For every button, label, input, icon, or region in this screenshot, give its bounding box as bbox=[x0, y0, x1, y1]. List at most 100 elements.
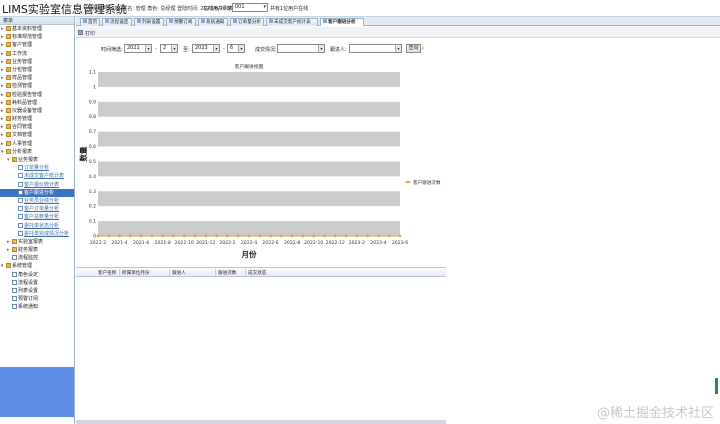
sidebar-item[interactable]: 预警订阅 bbox=[0, 295, 74, 303]
chevron-down-icon: ▾ bbox=[318, 45, 324, 52]
tab[interactable]: 系统通知 bbox=[198, 18, 228, 26]
sidebar-item[interactable]: 委托单完成情况分析 bbox=[0, 230, 74, 238]
y-tick-label: 0.5 bbox=[89, 159, 96, 165]
start-year-select[interactable]: 2021 ▾ bbox=[124, 44, 152, 53]
sidebar-item[interactable]: 未成交客户统计表 bbox=[0, 172, 74, 180]
sidebar-item[interactable]: ▸ 标准规范管理 bbox=[0, 33, 74, 41]
table-body bbox=[76, 277, 446, 422]
column-header[interactable]: 客户名称 bbox=[98, 270, 116, 276]
column-header[interactable]: 跟进人 bbox=[172, 270, 186, 276]
folder-icon bbox=[6, 148, 11, 154]
sidebar-item[interactable]: ▸ 检测管理 bbox=[0, 82, 74, 90]
sidebar-item[interactable]: 流程监控 bbox=[0, 254, 74, 262]
column-header[interactable]: 所属单位月份 bbox=[122, 270, 150, 276]
data-point bbox=[247, 234, 251, 238]
sidebar-item-label: 财务报表 bbox=[18, 247, 39, 254]
sidebar-item[interactable]: ▾ 业务报表 bbox=[0, 156, 74, 164]
folder-icon bbox=[6, 140, 11, 146]
sidebar-item[interactable]: 委托单状态分析 bbox=[0, 222, 74, 230]
tab[interactable]: 流程设定 bbox=[102, 18, 132, 26]
table-header: 客户名称 所属单位月份 跟进人 跟进次数 成交状态 bbox=[76, 267, 446, 277]
sidebar-item[interactable]: 订单量分析 bbox=[0, 164, 74, 172]
column-header[interactable]: 跟进次数 bbox=[218, 270, 236, 276]
sidebar-item[interactable]: 客户订单量分析 bbox=[0, 205, 74, 213]
tab[interactable]: 预警订阅 bbox=[166, 18, 196, 26]
sidebar-item[interactable]: ▸ 业务管理 bbox=[0, 58, 74, 66]
sidebar-item[interactable]: ▸ 工作流 bbox=[0, 50, 74, 58]
start-month-select[interactable]: 2 ▾ bbox=[160, 44, 178, 53]
sidebar-item[interactable]: 客户报价统计表 bbox=[0, 181, 74, 189]
legend-label: 客户跟进次数 bbox=[413, 179, 441, 186]
sidebar-item[interactable]: 客户总数量分析 bbox=[0, 213, 74, 221]
sidebar-item[interactable]: 流程设置 bbox=[0, 279, 74, 287]
sidebar-item[interactable]: ▸ 文档管理 bbox=[0, 131, 74, 139]
tab[interactable]: 客户跟进分析 bbox=[320, 18, 364, 26]
sidebar-item[interactable]: 业务员业绩分析 bbox=[0, 197, 74, 205]
tab-label: 未成交客户统计表 bbox=[274, 20, 311, 25]
end-month-select[interactable]: 6 ▾ bbox=[227, 44, 245, 53]
chart-title: 客户跟进视图 bbox=[235, 63, 264, 70]
tab-icon bbox=[137, 19, 141, 23]
sidebar-item-label: 客户报价统计表 bbox=[24, 181, 60, 188]
printer-icon[interactable] bbox=[78, 30, 83, 35]
follower-select[interactable]: ▾ bbox=[349, 44, 402, 53]
sidebar-item[interactable]: ▾ 分析报表 bbox=[0, 148, 74, 156]
print-button[interactable]: 打印 bbox=[85, 30, 95, 37]
sidebar-item[interactable]: ▸ 合同管理 bbox=[0, 123, 74, 131]
x-tick-label: 2021-10 bbox=[175, 240, 194, 246]
tab[interactable]: 列表设置 bbox=[134, 18, 164, 26]
sidebar-item-label: 财务管理 bbox=[12, 116, 33, 123]
tab-bar: 首页 流程设定 列表设置 预警订阅 系统通知 订单量分析 未成交客户统计表 客户跟进分析 bbox=[76, 17, 720, 26]
folder-icon bbox=[6, 50, 11, 56]
tab-label: 流程设定 bbox=[110, 20, 129, 25]
tab-icon bbox=[83, 19, 87, 23]
sidebar-item[interactable]: ▸ 检验报告管理 bbox=[0, 91, 74, 99]
chevron-down-icon: ▾ bbox=[213, 45, 219, 52]
sidebar-item-label: 分析报表 bbox=[12, 148, 33, 155]
sidebar-item[interactable]: ▸ 分包管理 bbox=[0, 66, 74, 74]
follower-label: 跟进人: bbox=[330, 47, 347, 53]
sidebar-item-label: 业务员业绩分析 bbox=[24, 197, 60, 204]
column-header[interactable]: 成交状态 bbox=[248, 270, 266, 276]
sidebar-item[interactable]: 客户跟进分析 bbox=[0, 188, 74, 197]
vertical-scrollbar-thumb[interactable] bbox=[715, 378, 718, 394]
sidebar-item[interactable]: 系统通知 bbox=[0, 303, 74, 311]
chevron-down-icon: ▾ bbox=[145, 45, 151, 52]
x-tick-label: 2021-8 bbox=[155, 240, 171, 246]
data-point bbox=[377, 234, 380, 238]
sidebar-item[interactable]: ▾ 系统管理 bbox=[0, 262, 74, 270]
horizontal-scrollbar[interactable] bbox=[76, 420, 446, 424]
sidebar-item[interactable]: ▸ 耗料品管理 bbox=[0, 99, 74, 107]
sidebar-item[interactable]: ▸ 人事管理 bbox=[0, 140, 74, 148]
end-year-select[interactable]: 2023 ▾ bbox=[192, 44, 220, 53]
deal-status-select[interactable]: ▾ bbox=[277, 44, 325, 53]
sidebar-item[interactable]: ▸ 财务管理 bbox=[0, 115, 74, 123]
tab[interactable]: 订单量分析 bbox=[230, 18, 264, 26]
tab-icon bbox=[323, 19, 327, 23]
online-users-select[interactable]: 001 ▾ bbox=[232, 3, 268, 12]
start-year-value: 2021 bbox=[127, 45, 140, 51]
sidebar-item[interactable]: ▸ 财务报表 bbox=[0, 246, 74, 254]
query-button[interactable]: 查询 bbox=[406, 44, 421, 53]
deal-status-label: 成交情况: bbox=[255, 47, 277, 53]
x-tick-label: 2023-2 bbox=[349, 240, 365, 246]
sidebar-item-label: 流程监控 bbox=[18, 255, 39, 262]
sidebar-item[interactable]: 列表设置 bbox=[0, 287, 74, 295]
tab[interactable]: 未成交客户统计表 bbox=[266, 18, 318, 26]
search-icon[interactable]: ⌕ bbox=[421, 44, 428, 52]
y-tick-label: 1.1 bbox=[89, 70, 96, 76]
sidebar-item[interactable]: ▸ 客户管理 bbox=[0, 41, 74, 49]
sidebar-item-label: 客户管理 bbox=[12, 42, 33, 49]
sidebar-item[interactable]: ▸ 样品管理 bbox=[0, 74, 74, 82]
sidebar-item-label: 文档管理 bbox=[12, 132, 33, 139]
folder-icon bbox=[6, 42, 11, 48]
sidebar-item[interactable]: 角色设定 bbox=[0, 271, 74, 279]
folder-icon bbox=[6, 34, 11, 40]
sidebar-item[interactable]: ▸ 仪器设备管理 bbox=[0, 107, 74, 115]
tab[interactable]: 首页 bbox=[80, 18, 100, 26]
sidebar-item-label: 合同管理 bbox=[12, 124, 33, 131]
sidebar-item[interactable]: ▸ 基本资料管理 bbox=[0, 25, 74, 33]
sidebar-item[interactable]: ▸ 实验室报表 bbox=[0, 238, 74, 246]
sidebar-item-label: 客户跟进分析 bbox=[24, 189, 55, 196]
folder-icon bbox=[6, 58, 11, 64]
